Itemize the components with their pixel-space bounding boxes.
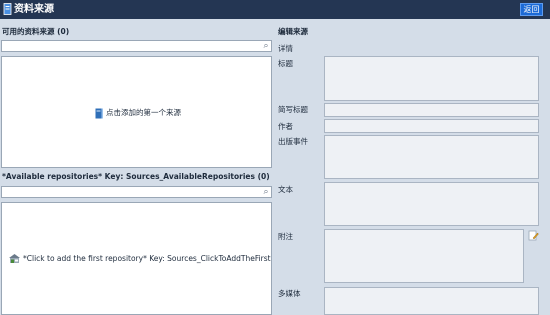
repositories-search-input[interactable]: [4, 187, 256, 197]
repositories-search[interactable]: ⌕: [1, 186, 272, 198]
search-icon[interactable]: ⌕: [260, 187, 272, 197]
source-doc-icon: [3, 3, 12, 15]
notes-label: 附注: [278, 232, 293, 241]
media-field[interactable]: [324, 287, 539, 315]
short-title-field[interactable]: [324, 103, 539, 117]
available-sources-title: 可用的资料来源 (0): [2, 27, 70, 36]
publication-field[interactable]: [324, 135, 539, 179]
available-sources-search[interactable]: ⌕: [1, 40, 272, 52]
author-field[interactable]: [324, 119, 539, 133]
publication-label: 出版事件: [278, 137, 308, 146]
page-title: 资料来源: [14, 4, 54, 15]
edit-source-title: 编辑来源: [278, 27, 308, 36]
text-field[interactable]: [324, 182, 539, 226]
title-label: 标题: [278, 59, 293, 68]
repositories-list[interactable]: *Click to add the first repository* Key:…: [1, 202, 272, 315]
add-first-repository-link[interactable]: *Click to add the first repository* Key:…: [23, 254, 271, 264]
add-first-source-link[interactable]: 点击添加的第一个来源: [106, 108, 181, 118]
media-label: 多媒体: [278, 289, 301, 298]
repository-icon: [9, 254, 20, 263]
title-bar: 资料来源 返回: [0, 0, 550, 19]
back-button[interactable]: 返回: [520, 3, 543, 16]
notes-edit-icon[interactable]: [528, 230, 539, 241]
title-field[interactable]: [324, 56, 539, 101]
author-label: 作者: [278, 122, 293, 131]
text-label: 文本: [278, 185, 293, 194]
available-sources-search-input[interactable]: [4, 41, 256, 51]
book-icon: [95, 108, 103, 119]
details-label: 详情: [278, 44, 293, 53]
available-repositories-title: *Available repositories* Key: Sources_Av…: [2, 172, 270, 181]
search-icon[interactable]: ⌕: [260, 41, 272, 51]
notes-field[interactable]: [324, 229, 524, 283]
available-sources-list[interactable]: 点击添加的第一个来源: [1, 56, 272, 168]
short-title-label: 简写标题: [278, 105, 308, 114]
